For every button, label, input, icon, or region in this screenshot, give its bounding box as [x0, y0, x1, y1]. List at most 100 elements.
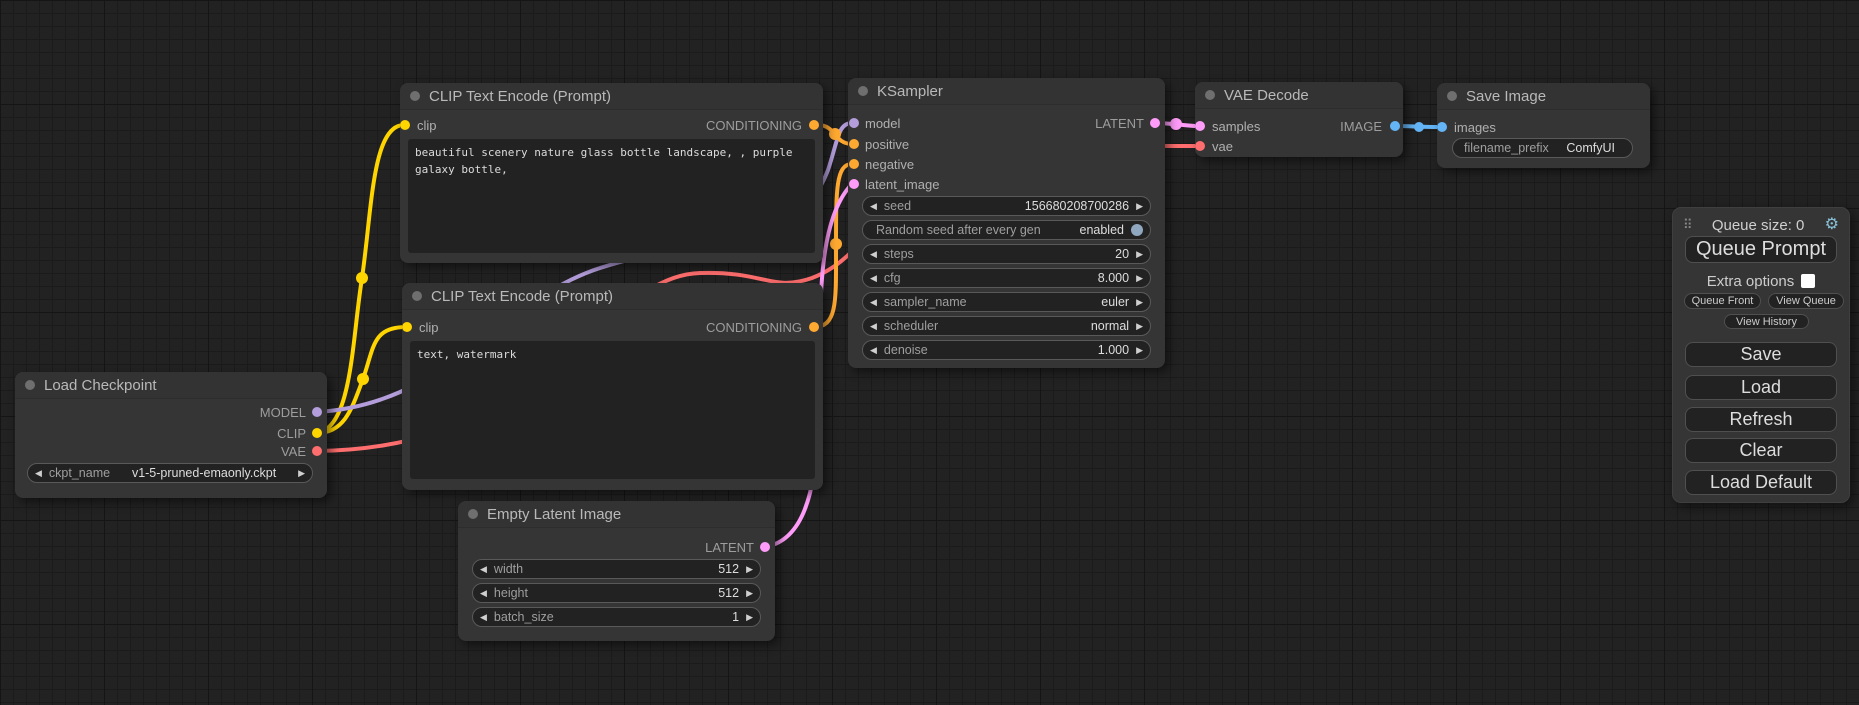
queue-front-button[interactable]: Queue Front — [1684, 293, 1761, 309]
widget-label: filename_prefix — [1464, 141, 1549, 155]
queue-panel[interactable]: ⠿ Queue size: 0 ⚙ Queue Prompt Extra opt… — [1672, 207, 1850, 503]
node-header[interactable]: VAE Decode — [1195, 82, 1403, 109]
drag-handle-icon[interactable]: ⠿ — [1683, 217, 1692, 233]
collapse-dot-icon[interactable] — [468, 509, 478, 519]
width-widget[interactable]: ◀ width 512 ▶ — [472, 559, 761, 579]
output-label-latent: LATENT — [1095, 114, 1144, 132]
random-seed-toggle-icon[interactable] — [1131, 224, 1143, 236]
collapse-dot-icon[interactable] — [25, 380, 35, 390]
increment-arrow-icon[interactable]: ▶ — [1136, 250, 1143, 259]
widget-value: ComfyUI — [1566, 141, 1615, 155]
input-port-positive[interactable] — [849, 139, 859, 149]
node-header[interactable]: KSampler — [848, 78, 1165, 105]
input-port-samples[interactable] — [1195, 121, 1205, 131]
random-seed-widget[interactable]: Random seed after every gen enabled — [862, 220, 1151, 240]
prompt-textarea[interactable]: text, watermark — [410, 341, 815, 479]
input-port-clip[interactable] — [402, 322, 412, 332]
output-port-conditioning[interactable] — [809, 120, 819, 130]
output-port-conditioning[interactable] — [809, 322, 819, 332]
decrement-arrow-icon[interactable]: ◀ — [870, 202, 877, 211]
node-save-image[interactable]: Save Image images filename_prefix ComfyU… — [1437, 83, 1650, 168]
decrement-arrow-icon[interactable]: ◀ — [35, 469, 42, 478]
node-ksampler[interactable]: KSampler model LATENT positive negative … — [848, 78, 1165, 368]
decrement-arrow-icon[interactable]: ◀ — [870, 274, 877, 283]
clear-button[interactable]: Clear — [1685, 438, 1837, 463]
decrement-arrow-icon[interactable]: ◀ — [480, 589, 487, 598]
increment-arrow-icon[interactable]: ▶ — [1136, 274, 1143, 283]
widget-label: width — [494, 562, 523, 576]
view-history-button[interactable]: View History — [1724, 314, 1809, 329]
widget-value: euler — [1101, 295, 1129, 309]
decrement-arrow-icon[interactable]: ◀ — [870, 250, 877, 259]
input-port-latent-image[interactable] — [849, 179, 859, 189]
collapse-dot-icon[interactable] — [412, 291, 422, 301]
output-port-vae[interactable] — [312, 446, 322, 456]
decrement-arrow-icon[interactable]: ◀ — [870, 298, 877, 307]
node-empty-latent-image[interactable]: Empty Latent Image LATENT ◀ width 512 ▶ … — [458, 501, 775, 641]
increment-arrow-icon[interactable]: ▶ — [746, 589, 753, 598]
collapse-dot-icon[interactable] — [410, 91, 420, 101]
input-port-negative[interactable] — [849, 159, 859, 169]
output-port-image[interactable] — [1390, 121, 1400, 131]
node-header[interactable]: CLIP Text Encode (Prompt) — [402, 283, 823, 310]
decrement-arrow-icon[interactable]: ◀ — [870, 346, 877, 355]
output-label-image: IMAGE — [1340, 117, 1382, 135]
link-midpoint-dot — [1414, 122, 1424, 132]
increment-arrow-icon[interactable]: ▶ — [746, 565, 753, 574]
input-port-vae[interactable] — [1195, 141, 1205, 151]
decrement-arrow-icon[interactable]: ◀ — [480, 565, 487, 574]
link-midpoint-dot — [830, 238, 842, 250]
queue-prompt-button[interactable]: Queue Prompt — [1685, 236, 1837, 263]
output-port-latent[interactable] — [1150, 118, 1160, 128]
height-widget[interactable]: ◀ height 512 ▶ — [472, 583, 761, 603]
denoise-widget[interactable]: ◀ denoise 1.000 ▶ — [862, 340, 1151, 360]
extra-options-checkbox[interactable] — [1801, 274, 1815, 288]
sampler-name-widget[interactable]: ◀ sampler_name euler ▶ — [862, 292, 1151, 312]
collapse-dot-icon[interactable] — [1205, 90, 1215, 100]
node-header[interactable]: Empty Latent Image — [458, 501, 775, 528]
output-port-model[interactable] — [312, 407, 322, 417]
input-label-model: model — [865, 114, 900, 132]
increment-arrow-icon[interactable]: ▶ — [1136, 346, 1143, 355]
increment-arrow-icon[interactable]: ▶ — [1136, 202, 1143, 211]
prompt-textarea[interactable]: beautiful scenery nature glass bottle la… — [408, 139, 815, 253]
collapse-dot-icon[interactable] — [858, 86, 868, 96]
increment-arrow-icon[interactable]: ▶ — [298, 469, 305, 478]
widget-label: sampler_name — [884, 295, 967, 309]
seed-widget[interactable]: ◀ seed 156680208700286 ▶ — [862, 196, 1151, 216]
node-clip-text-encode-negative[interactable]: CLIP Text Encode (Prompt) clip CONDITION… — [402, 283, 823, 490]
save-button[interactable]: Save — [1685, 342, 1837, 367]
increment-arrow-icon[interactable]: ▶ — [1136, 298, 1143, 307]
node-clip-text-encode-positive[interactable]: CLIP Text Encode (Prompt) clip CONDITION… — [400, 83, 823, 263]
filename-prefix-widget[interactable]: filename_prefix ComfyUI — [1452, 138, 1633, 158]
output-port-clip[interactable] — [312, 428, 322, 438]
comfyui-canvas[interactable]: { "colors": { "model": "#B39DDB", "clip"… — [0, 0, 1859, 705]
decrement-arrow-icon[interactable]: ◀ — [870, 322, 877, 331]
decrement-arrow-icon[interactable]: ◀ — [480, 613, 487, 622]
node-header[interactable]: CLIP Text Encode (Prompt) — [400, 83, 823, 110]
cfg-widget[interactable]: ◀ cfg 8.000 ▶ — [862, 268, 1151, 288]
widget-value: 512 — [718, 586, 739, 600]
ckpt-name-widget[interactable]: ◀ ckpt_name v1-5-pruned-emaonly.ckpt ▶ — [27, 463, 313, 483]
view-queue-button[interactable]: View Queue — [1768, 293, 1844, 309]
node-vae-decode[interactable]: VAE Decode samples IMAGE vae — [1195, 82, 1403, 157]
input-port-images[interactable] — [1437, 122, 1447, 132]
refresh-button[interactable]: Refresh — [1685, 407, 1837, 432]
batch-size-widget[interactable]: ◀ batch_size 1 ▶ — [472, 607, 761, 627]
output-label-clip: CLIP — [277, 424, 306, 442]
input-port-clip[interactable] — [400, 120, 410, 130]
input-port-model[interactable] — [849, 118, 859, 128]
node-load-checkpoint[interactable]: Load Checkpoint MODEL CLIP VAE ◀ ckpt_na… — [15, 372, 327, 498]
increment-arrow-icon[interactable]: ▶ — [746, 613, 753, 622]
settings-gear-icon[interactable]: ⚙ — [1825, 217, 1839, 233]
input-label-latent-image: latent_image — [865, 175, 939, 193]
load-default-button[interactable]: Load Default — [1685, 470, 1837, 495]
output-port-latent[interactable] — [760, 542, 770, 552]
steps-widget[interactable]: ◀ steps 20 ▶ — [862, 244, 1151, 264]
node-header[interactable]: Load Checkpoint — [15, 372, 327, 399]
node-header[interactable]: Save Image — [1437, 83, 1650, 110]
collapse-dot-icon[interactable] — [1447, 91, 1457, 101]
scheduler-widget[interactable]: ◀ scheduler normal ▶ — [862, 316, 1151, 336]
increment-arrow-icon[interactable]: ▶ — [1136, 322, 1143, 331]
load-button[interactable]: Load — [1685, 375, 1837, 400]
